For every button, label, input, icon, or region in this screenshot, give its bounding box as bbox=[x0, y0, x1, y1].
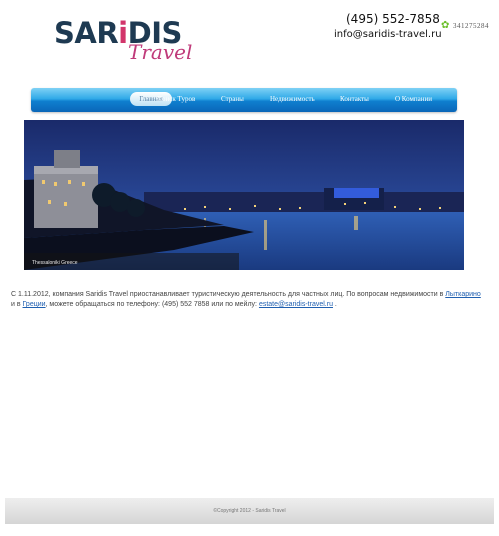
flower-icon: ✿ bbox=[441, 20, 450, 31]
notice-text: С 1.11.2012, компания Saridis Travel при… bbox=[11, 291, 446, 298]
main-nav: Главная Поиск Туров Страны Недвижимость … bbox=[31, 88, 457, 112]
estate-email-link[interactable]: estate@saridis-travel.ru bbox=[259, 301, 333, 308]
header-email: info@saridis-travel.ru bbox=[334, 29, 442, 40]
nav-item-contacts[interactable]: Контакты bbox=[340, 95, 369, 103]
notice-text: и в bbox=[11, 301, 23, 308]
page-footer: ©Copyright 2012 - Saridis Travel bbox=[5, 498, 494, 524]
notice-text: . bbox=[332, 301, 337, 308]
notice-text: , можете обращаться по телефону: (495) 5… bbox=[45, 301, 259, 308]
counter-value: 341275284 bbox=[453, 21, 489, 30]
hero-photo bbox=[24, 120, 464, 270]
nav-item-about[interactable]: О Компании bbox=[395, 95, 432, 103]
nav-item-real-estate[interactable]: Недвижимость bbox=[270, 95, 315, 103]
visit-counter[interactable]: ✿ 341275284 bbox=[441, 20, 489, 31]
header-phone: (495) 552-7858 bbox=[346, 12, 440, 26]
nav-item-countries[interactable]: Страны bbox=[221, 95, 244, 103]
greece-link[interactable]: Греции bbox=[23, 301, 46, 308]
hero-image: Thessaloniki Greece bbox=[24, 120, 464, 270]
nav-item-tour-search[interactable]: Поиск Туров bbox=[157, 95, 195, 103]
lytkarino-link[interactable]: Лыткарино bbox=[445, 291, 481, 298]
notice-paragraph: С 1.11.2012, компания Saridis Travel при… bbox=[11, 290, 481, 310]
site-logo[interactable]: SARiDIS Travel bbox=[54, 16, 194, 64]
hero-caption: Thessaloniki Greece bbox=[32, 260, 78, 266]
logo-tagline: Travel bbox=[128, 40, 193, 64]
copyright-text: ©Copyright 2012 - Saridis Travel bbox=[213, 508, 286, 514]
